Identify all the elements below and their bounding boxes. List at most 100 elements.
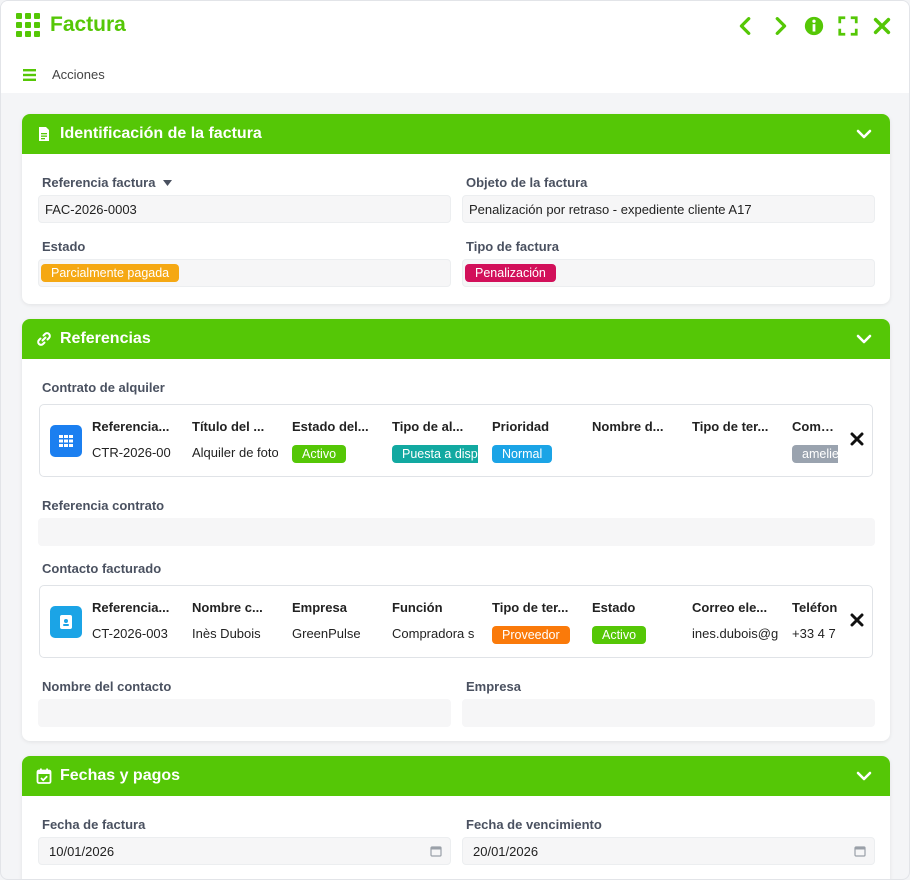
- top-bar: Factura Acciones: [1, 1, 909, 93]
- col-value: +33 4 7: [792, 626, 836, 641]
- contacto-col-estado: Estado Activo: [592, 600, 678, 646]
- section-fechas: Fechas y pagos Fecha de factura 10/01/20…: [22, 756, 890, 879]
- col-header: Empresa: [292, 600, 347, 615]
- invoice-window: Factura Acciones Identificación de la fa…: [0, 0, 910, 880]
- hamburger-icon[interactable]: [23, 68, 36, 81]
- section-referencias-header[interactable]: Referencias: [22, 319, 890, 359]
- section-referencias: Referencias Contrato de alquiler Referen…: [22, 319, 890, 741]
- calendar-icon[interactable]: [854, 845, 866, 857]
- contrato-alquiler-label: Contrato de alquiler: [42, 380, 165, 395]
- col-value: Normal: [492, 445, 578, 465]
- prioridad-badge: Normal: [492, 445, 553, 463]
- col-value: Compradora s: [392, 626, 475, 641]
- section-title: Fechas y pagos: [60, 767, 181, 784]
- tipo-alquiler-badge: Puesta a disp: [392, 445, 478, 463]
- caret-down-icon[interactable]: [163, 179, 173, 186]
- grid-app-icon[interactable]: [16, 13, 40, 37]
- col-value: Activo: [592, 626, 678, 646]
- contrato-col-comercial: Comerc amelie: [792, 419, 838, 465]
- chevron-down-icon[interactable]: [856, 768, 872, 784]
- chevron-down-icon[interactable]: [856, 331, 872, 347]
- col-header: Correo ele...: [692, 600, 768, 615]
- col-value: [692, 445, 778, 465]
- contrato-reference-panel[interactable]: Referencia... CTR-2026-00 Título del ...…: [39, 404, 873, 477]
- col-header: Teléfon: [792, 600, 838, 615]
- estado-activo-badge: Activo: [292, 445, 347, 463]
- col-value: Alquiler de foto: [192, 445, 278, 460]
- title-row: Factura: [16, 13, 126, 37]
- col-header: Tipo de ter...: [492, 600, 569, 615]
- col-header: Tipo de al...: [392, 419, 464, 434]
- section-identificacion-header[interactable]: Identificación de la factura: [22, 114, 890, 154]
- section-fechas-header[interactable]: Fechas y pagos: [22, 756, 890, 796]
- empresa-field[interactable]: [462, 699, 875, 727]
- tipo-factura-label: Tipo de factura: [466, 239, 559, 254]
- chevron-down-icon[interactable]: [856, 126, 872, 142]
- referencia-factura-label-text: Referencia factura: [42, 175, 156, 190]
- section-identificacion: Identificación de la factura Referencia …: [22, 114, 890, 304]
- col-header: Estado: [592, 600, 636, 615]
- contacto-col-funcion: Función Compradora s: [392, 600, 478, 646]
- contrato-col-tipo: Tipo de al... Puesta a disp: [392, 419, 478, 465]
- contacto-col-correo: Correo ele... ines.dubois@g: [692, 600, 778, 646]
- contrato-col-prioridad: Prioridad Normal: [492, 419, 578, 465]
- col-header: Nombre c...: [192, 600, 263, 615]
- contacto-facturado-label: Contacto facturado: [42, 561, 162, 576]
- col-value: [592, 445, 678, 465]
- estado-activo-badge: Activo: [592, 626, 647, 644]
- col-value: Proveedor: [492, 626, 578, 646]
- tipo-factura-badge: Penalización: [465, 264, 556, 282]
- tipo-factura-field[interactable]: Penalización: [462, 259, 875, 287]
- contrato-col-referencia: Referencia... CTR-2026-00: [92, 419, 178, 465]
- actions-menu[interactable]: Acciones: [23, 67, 105, 82]
- contacto-col-tipo-tercero: Tipo de ter... Proveedor: [492, 600, 578, 646]
- objeto-factura-label: Objeto de la factura: [466, 175, 588, 190]
- fullscreen-icon[interactable]: [837, 15, 859, 37]
- col-value: amelie: [792, 445, 838, 465]
- col-value: ines.dubois@g: [692, 626, 778, 641]
- referencia-factura-label: Referencia factura: [42, 175, 173, 190]
- estado-label: Estado: [42, 239, 86, 254]
- nombre-contacto-label: Nombre del contacto: [42, 679, 172, 694]
- chevron-left-icon[interactable]: [735, 15, 757, 37]
- contract-grid-icon: [50, 425, 82, 457]
- calendar-check-icon: [36, 768, 52, 784]
- fecha-vencimiento-field[interactable]: 20/01/2026: [462, 837, 875, 865]
- document-icon: [39, 127, 49, 141]
- contacto-col-nombre: Nombre c... Inès Dubois: [192, 600, 278, 646]
- estado-badge: Parcialmente pagada: [41, 264, 180, 282]
- calendar-icon[interactable]: [430, 845, 442, 857]
- contacto-reference-panel[interactable]: Referencia... CT-2026-003 Nombre c... In…: [39, 585, 873, 658]
- window-title: Factura: [50, 13, 126, 36]
- fecha-factura-value: 10/01/2026: [49, 843, 115, 859]
- fecha-vencimiento-value: 20/01/2026: [473, 843, 539, 859]
- contact-card-icon: [50, 606, 82, 638]
- col-value: Inès Dubois: [192, 626, 261, 641]
- contrato-col-titulo: Título del ... Alquiler de foto: [192, 419, 278, 465]
- chevron-right-icon[interactable]: [769, 15, 791, 37]
- close-icon[interactable]: [871, 15, 893, 37]
- remove-contacto-icon[interactable]: [850, 613, 864, 627]
- contrato-col-nombre: Nombre d...: [592, 419, 678, 465]
- col-header: Prioridad: [492, 419, 550, 434]
- objeto-factura-field[interactable]: Penalización por retraso - expediente cl…: [462, 195, 875, 223]
- link-icon: [37, 332, 51, 346]
- fecha-vencimiento-label: Fecha de vencimiento: [466, 817, 602, 832]
- fecha-factura-label: Fecha de factura: [42, 817, 146, 832]
- fecha-factura-field[interactable]: 10/01/2026: [38, 837, 451, 865]
- referencia-contrato-field[interactable]: [38, 518, 875, 546]
- info-icon[interactable]: [803, 15, 825, 37]
- contrato-col-estado: Estado del... Activo: [292, 419, 378, 465]
- contacto-col-referencia: Referencia... CT-2026-003: [92, 600, 178, 646]
- actions-menu-label[interactable]: Acciones: [52, 67, 105, 82]
- contrato-col-tipo-tercero: Tipo de ter...: [692, 419, 778, 465]
- col-value: Activo: [292, 445, 378, 465]
- estado-field[interactable]: Parcialmente pagada: [38, 259, 451, 287]
- col-value: Puesta a disp: [392, 445, 478, 465]
- referencia-contrato-label: Referencia contrato: [42, 498, 165, 513]
- col-header: Referencia...: [92, 600, 170, 615]
- section-title: Identificación de la factura: [60, 125, 262, 142]
- remove-contrato-icon[interactable]: [850, 432, 864, 446]
- nombre-contacto-field[interactable]: [38, 699, 451, 727]
- referencia-factura-field[interactable]: FAC-2026-0003: [38, 195, 451, 223]
